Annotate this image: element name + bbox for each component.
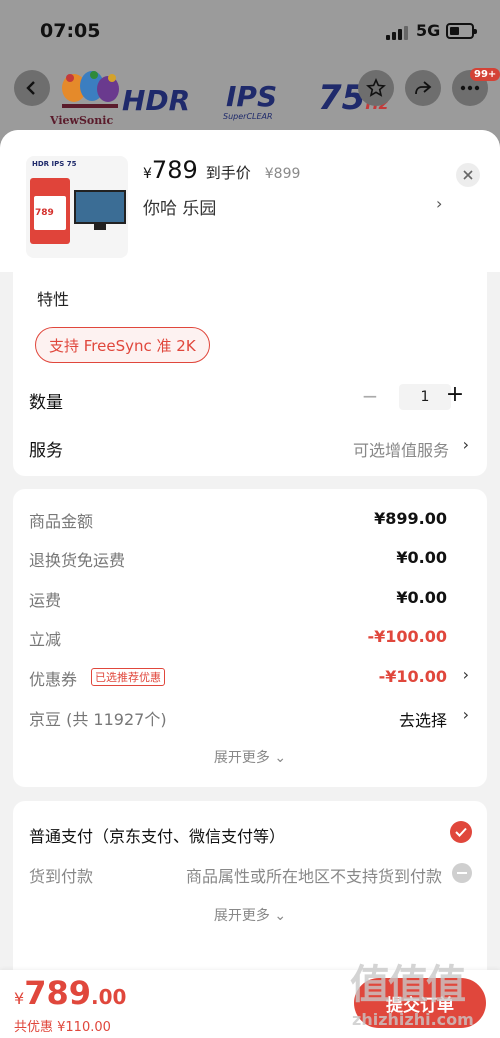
chevron-right-icon[interactable]: › [463,665,469,684]
quantity-increase-button[interactable]: + [445,382,465,407]
monitor-stand [94,224,106,230]
fee-label: 运费 [29,591,62,610]
share-button[interactable] [405,70,441,106]
cod-disabled-radio [452,863,472,883]
fee-value: ¥0.00 [396,588,447,607]
fee-value: -¥100.00 [367,627,447,646]
close-button[interactable] [456,163,480,187]
fee-card: 商品金额 ¥899.00 退换货免运费 ¥0.00 运费 ¥0.00 立减 -¥… [13,489,487,787]
chevron-left-icon [26,81,35,95]
cod-note: 商品属性或所在地区不支持货到付款 [185,867,442,886]
fee-value: ¥0.00 [396,548,447,567]
site-watermark: 值值值 zhizhizhi.com [350,952,490,1032]
fee-row-instant-discount: 立减 -¥100.00 [13,622,487,652]
total-symbol: ¥ [14,989,25,1008]
fee-row-coupon[interactable]: 优惠券 已选推荐优惠 -¥10.00 › [13,662,487,692]
jingdou-select-link[interactable]: 去选择 [399,707,447,731]
selected-sku[interactable]: 你哈 乐园 [143,194,216,219]
payment-selected-radio[interactable] [450,821,472,843]
payment-normal-label[interactable]: 普通支付（京东支付、微信支付等） [29,823,285,847]
service-label: 服务 [29,441,63,461]
battery-icon [446,23,477,39]
final-price-label: 到手价 [205,164,251,182]
total-integer: 789 [24,974,91,1012]
monitor-image [74,190,126,224]
quantity-label: 数量 [29,393,63,413]
ips-logo: IPS [226,80,278,113]
fee-label: 立减 [29,630,62,649]
status-time: 07:05 [40,20,101,42]
expand-more-fees[interactable]: 展开更多 ⌄ [13,747,487,767]
watermark-url: zhizhizhi.com [352,1010,474,1029]
network-label: 5G [416,21,441,40]
fee-label: 优惠券 [29,670,78,689]
fee-label: 退换货免运费 [29,551,126,570]
original-price: ¥899 [264,166,301,182]
thumbnail-logos: HDR IPS 75 [32,160,77,168]
price-symbol: ¥ [143,166,152,182]
back-button[interactable] [14,70,50,106]
message-badge: 99+ [470,68,500,81]
check-icon [455,827,467,837]
fee-row-jingdou[interactable]: 京豆 (共 11927个) 去选择 › [13,702,487,732]
fee-label: 商品金额 [29,512,94,531]
order-sheet: HDR IPS 75 789 ¥ 789 到手价 ¥899 你哈 乐园 › 特性… [0,130,500,1038]
service-chevron-icon[interactable]: › [463,435,469,454]
price-line: ¥ 789 到手价 ¥899 [143,156,300,184]
favorite-button[interactable] [358,70,394,106]
spec-option-chip[interactable]: 支持 FreeSync 准 2K [35,327,210,363]
status-bar: 07:05 5G [0,0,500,62]
close-icon [463,170,473,180]
cod-label: 货到付款 [29,867,94,886]
hdr-logo: HDR [122,84,191,117]
total-price: ¥ 789 .00 [14,974,126,1012]
signal-icon [386,24,410,40]
product-thumbnail: HDR IPS 75 789 [26,156,128,258]
ips-sub-logo: SuperCLEAR [223,112,273,121]
sku-chevron-icon[interactable]: › [436,194,442,213]
spec-card: 特性 支持 FreeSync 准 2K 数量 − 1 + 服务 可选增值服务 › [13,272,487,476]
final-price: 789 [151,156,198,184]
service-option-link[interactable]: 可选增值服务 [353,437,449,461]
fee-label: 京豆 (共 11927个) [29,710,167,729]
chevron-right-icon[interactable]: › [463,705,469,724]
quantity-decrease-button[interactable]: − [360,384,380,408]
expand-more-payment[interactable]: 展开更多 ⌄ [13,905,487,925]
thumbnail-price: 789 [35,208,54,218]
fee-row-goods: 商品金额 ¥899.00 [13,504,487,534]
fee-value: ¥899.00 [374,509,447,528]
spec-title: 特性 [37,290,70,309]
more-dots-icon [460,85,480,91]
quantity-input[interactable]: 1 [399,384,451,410]
total-discount: 共优惠 ¥110.00 [14,1020,111,1035]
coupon-tag: 已选推荐优惠 [91,668,165,686]
minus-icon [457,872,467,874]
star-icon [366,78,386,97]
total-decimal: .00 [90,985,127,1009]
product-header: HDR IPS 75 789 ¥ 789 到手价 ¥899 你哈 乐园 › [0,130,500,272]
brand-bird-logo [62,71,119,108]
share-icon [415,81,432,95]
fee-row-shipping: 运费 ¥0.00 [13,583,487,613]
fee-value: -¥10.00 [378,667,447,686]
brand-name: ViewSonic [50,114,114,127]
fee-row-return-shipping: 退换货免运费 ¥0.00 [13,543,487,573]
watermark-logo: 值值值 [350,962,466,1008]
